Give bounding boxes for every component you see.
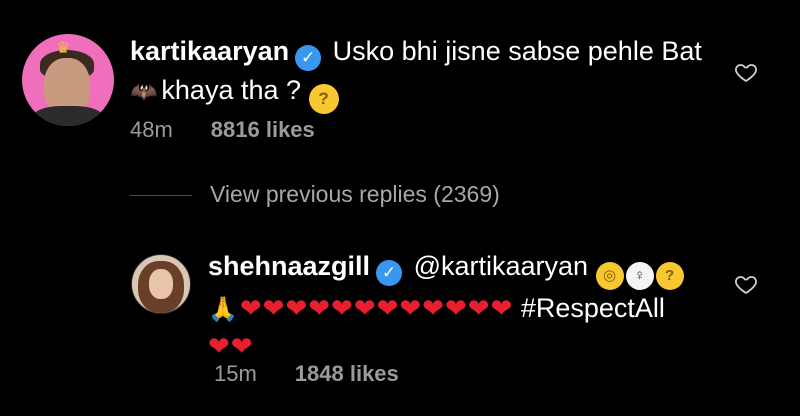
reply-time: 15m <box>214 361 257 386</box>
comment-text-2: shehnaazgill ✓ @kartikaaryan ◎ ♀? 🙏❤❤❤❤❤❤❤… <box>208 248 718 364</box>
crown-icon: ♛ <box>56 40 71 57</box>
hearts-row-1: ❤❤❤❤❤❤❤❤❤❤❤❤ <box>239 293 514 323</box>
reply-username[interactable]: shehnaazgill <box>208 251 370 281</box>
person-shrugging-icon: ♀ <box>625 262 654 290</box>
comment-line-2: khaya tha ? <box>161 75 302 105</box>
comment-username[interactable]: kartikaaryan <box>130 36 289 66</box>
replies-divider <box>130 195 192 196</box>
verified-badge-icon: ✓ <box>295 45 322 71</box>
comment-meta-2: 15m 1848 likes <box>214 361 399 387</box>
comment-likes[interactable]: 8816 likes <box>211 117 315 142</box>
comment-text-1: kartikaaryan ✓ Usko bhi jisne sabse pehle… <box>130 32 710 114</box>
face-with-monocle-icon: ◎ <box>595 262 624 290</box>
heart-outline-icon[interactable] <box>734 272 758 296</box>
comment-meta-1: 48m 8816 likes <box>130 117 315 143</box>
mention-link[interactable]: @kartikaaryan <box>414 251 588 281</box>
bat-emoji-icon: 🦇 <box>130 79 158 104</box>
thinking-face-icon: ? <box>308 84 339 114</box>
comment-line-1: Usko bhi jisne sabse pehle Bat <box>332 36 702 66</box>
folded-hands-icon: 🙏 <box>208 296 238 323</box>
hashtag-link[interactable]: #RespectAll <box>521 293 665 323</box>
heart-outline-icon[interactable] <box>734 60 758 84</box>
comments-screen: ♛ kartikaaryan ✓ Usko bhi jisne sabse peh… <box>0 0 800 416</box>
reply-likes[interactable]: 1848 likes <box>295 361 399 386</box>
avatar-shehnaazgill[interactable] <box>131 254 191 314</box>
view-previous-replies-link[interactable]: View previous replies (2369) <box>210 181 500 208</box>
comment-time: 48m <box>130 117 173 142</box>
thinking-face-icon: ? <box>655 262 684 290</box>
avatar-kartikaaryan[interactable]: ♛ <box>22 34 114 126</box>
hearts-row-2: ❤❤ <box>208 331 254 361</box>
verified-badge-icon: ✓ <box>376 260 403 286</box>
